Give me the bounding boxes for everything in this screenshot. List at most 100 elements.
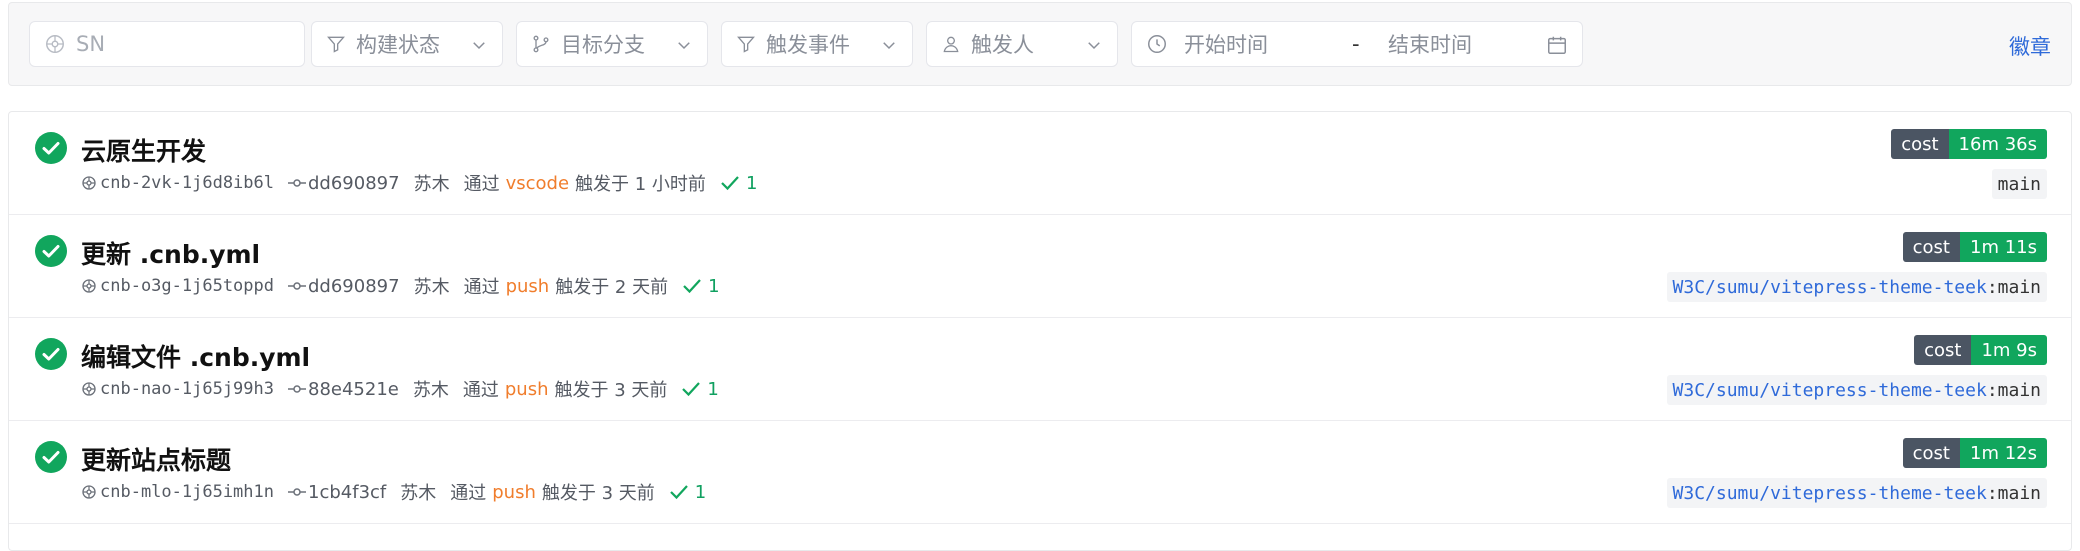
success-check-icon bbox=[35, 338, 67, 370]
repo-name[interactable]: W3C/sumu/vitepress-theme-teek bbox=[1673, 380, 1987, 401]
start-time-input[interactable]: 开始时间 bbox=[1184, 29, 1352, 59]
cost-badge: cost 1m 12s bbox=[1902, 438, 2047, 468]
sn-icon bbox=[82, 485, 96, 499]
end-time-input[interactable]: 结束时间 bbox=[1388, 29, 1556, 59]
chevron-down-icon bbox=[1088, 42, 1100, 50]
build-row[interactable]: 编辑文件 .cnb.yml cnb-nao-1j65j99h3 88e4521e… bbox=[9, 318, 2071, 421]
build-sn[interactable]: cnb-2vk-1j6d8ib6l bbox=[100, 173, 274, 193]
clock-icon bbox=[1148, 35, 1166, 53]
trigger-time: 触发于 1 小时前 bbox=[575, 174, 706, 195]
sn-icon bbox=[82, 382, 96, 396]
build-meta: cnb-o3g-1j65toppd dd690897 苏木 通过 push 触发… bbox=[81, 273, 720, 299]
commit-icon bbox=[288, 282, 306, 290]
sn-icon bbox=[46, 35, 64, 53]
build-meta: cnb-mlo-1j65imh1n 1cb4f3cf 苏木 通过 push 触发… bbox=[81, 479, 706, 505]
branch-tag[interactable]: main bbox=[1991, 169, 2047, 199]
commit-icon bbox=[288, 385, 306, 393]
passed-number: 1 bbox=[694, 481, 707, 503]
chevron-down-icon bbox=[473, 42, 485, 50]
passed-count: 1 bbox=[681, 378, 719, 400]
target-branch-select[interactable]: 目标分支 bbox=[516, 21, 708, 67]
trigger-event-select[interactable]: 触发事件 bbox=[721, 21, 913, 67]
range-separator: - bbox=[1352, 32, 1360, 56]
trigger-source: push bbox=[505, 275, 550, 297]
branch-name: main bbox=[1997, 173, 2041, 195]
check-icon bbox=[721, 176, 739, 191]
chevron-down-icon bbox=[883, 42, 895, 50]
cost-label: cost bbox=[1891, 129, 1949, 159]
commit-hash[interactable]: 88e4521e bbox=[308, 379, 399, 400]
build-row[interactable]: 更新 .cnb.yml cnb-o3g-1j65toppd dd690897 苏… bbox=[9, 215, 2071, 318]
build-title[interactable]: 云原生开发 bbox=[81, 132, 206, 168]
passed-number: 1 bbox=[707, 378, 719, 400]
sn-search-field[interactable]: SN bbox=[29, 21, 305, 67]
via-text: 通过 bbox=[463, 277, 500, 298]
branch-icon bbox=[533, 35, 549, 53]
build-sn[interactable]: cnb-o3g-1j65toppd bbox=[100, 276, 274, 296]
date-range-picker[interactable]: 开始时间 - 结束时间 bbox=[1131, 21, 1583, 67]
cost-badge: cost 16m 36s bbox=[1891, 129, 2047, 159]
passed-number: 1 bbox=[745, 172, 758, 194]
build-meta: cnb-nao-1j65j99h3 88e4521e 苏木 通过 push 触发… bbox=[81, 376, 719, 402]
trigger-user: 苏木 bbox=[413, 277, 450, 298]
cost-badge: cost 1m 9s bbox=[1914, 335, 2047, 365]
build-row[interactable]: 更新站点标题 cnb-mlo-1j65imh1n 1cb4f3cf 苏木 通过 … bbox=[9, 421, 2071, 524]
sn-placeholder: SN bbox=[76, 32, 106, 56]
filter-icon bbox=[327, 36, 345, 53]
commit-hash[interactable]: dd690897 bbox=[308, 276, 400, 297]
cost-badge: cost 1m 11s bbox=[1902, 232, 2047, 262]
cost-label: cost bbox=[1902, 232, 1960, 262]
passed-count: 1 bbox=[682, 275, 720, 297]
passed-number: 1 bbox=[708, 275, 720, 297]
chevron-down-icon bbox=[678, 42, 690, 50]
repo-name[interactable]: W3C/sumu/vitepress-theme-teek bbox=[1673, 277, 1987, 298]
trigger-source: vscode bbox=[505, 172, 570, 194]
build-title[interactable]: 更新站点标题 bbox=[81, 441, 231, 477]
trigger-source: push bbox=[504, 378, 549, 400]
cost-value: 16m 36s bbox=[1948, 129, 2047, 159]
commit-icon bbox=[288, 488, 306, 496]
cost-label: cost bbox=[1902, 438, 1960, 468]
commit-hash[interactable]: dd690897 bbox=[308, 173, 400, 194]
branch-name: :main bbox=[1986, 482, 2041, 504]
commit-hash[interactable]: 1cb4f3cf bbox=[308, 482, 386, 503]
trigger-user-select[interactable]: 触发人 bbox=[926, 21, 1118, 67]
branch-name: :main bbox=[1986, 379, 2041, 401]
cost-value: 1m 11s bbox=[1960, 232, 2047, 262]
build-status-label: 构建状态 bbox=[356, 33, 440, 57]
sn-icon bbox=[82, 279, 96, 293]
branch-tag[interactable]: W3C/sumu/vitepress-theme-teek:main bbox=[1666, 272, 2047, 302]
build-sn[interactable]: cnb-mlo-1j65imh1n bbox=[100, 482, 274, 502]
calendar-icon bbox=[1548, 36, 1566, 54]
success-check-icon bbox=[35, 132, 67, 164]
build-title[interactable]: 编辑文件 .cnb.yml bbox=[81, 338, 310, 374]
sn-icon bbox=[82, 176, 96, 190]
commit-icon bbox=[288, 179, 306, 187]
check-icon bbox=[670, 485, 688, 500]
branch-tag[interactable]: W3C/sumu/vitepress-theme-teek:main bbox=[1666, 478, 2047, 508]
cost-value: 1m 12s bbox=[1960, 438, 2047, 468]
cost-value: 1m 9s bbox=[1971, 335, 2047, 365]
passed-count: 1 bbox=[669, 482, 706, 503]
filter-icon bbox=[737, 36, 755, 53]
repo-name[interactable]: W3C/sumu/vitepress-theme-teek bbox=[1673, 483, 1987, 504]
trigger-user-label: 触发人 bbox=[971, 33, 1034, 57]
trigger-time: 触发于 3 天前 bbox=[541, 483, 655, 504]
trigger-event-label: 触发事件 bbox=[766, 33, 850, 57]
cost-label: cost bbox=[1914, 335, 1972, 365]
via-text: 通过 bbox=[450, 483, 487, 504]
build-meta: cnb-2vk-1j6d8ib6l dd690897 苏木 通过 vscode … bbox=[81, 170, 757, 196]
badge-link[interactable]: 徽章 bbox=[2009, 31, 2051, 61]
check-icon bbox=[683, 279, 701, 294]
success-check-icon bbox=[35, 441, 67, 473]
branch-tag[interactable]: W3C/sumu/vitepress-theme-teek:main bbox=[1666, 375, 2047, 405]
check-icon bbox=[682, 382, 701, 397]
build-status-select[interactable]: 构建状态 bbox=[311, 21, 503, 67]
trigger-time: 触发于 3 天前 bbox=[554, 380, 668, 401]
via-text: 通过 bbox=[462, 380, 499, 401]
build-row[interactable]: 云原生开发 cnb-2vk-1j6d8ib6l dd690897 苏木 通过 v… bbox=[9, 112, 2071, 215]
build-title[interactable]: 更新 .cnb.yml bbox=[81, 235, 260, 271]
build-sn[interactable]: cnb-nao-1j65j99h3 bbox=[100, 379, 274, 399]
passed-count: 1 bbox=[720, 173, 757, 194]
branch-name: :main bbox=[1986, 276, 2041, 298]
